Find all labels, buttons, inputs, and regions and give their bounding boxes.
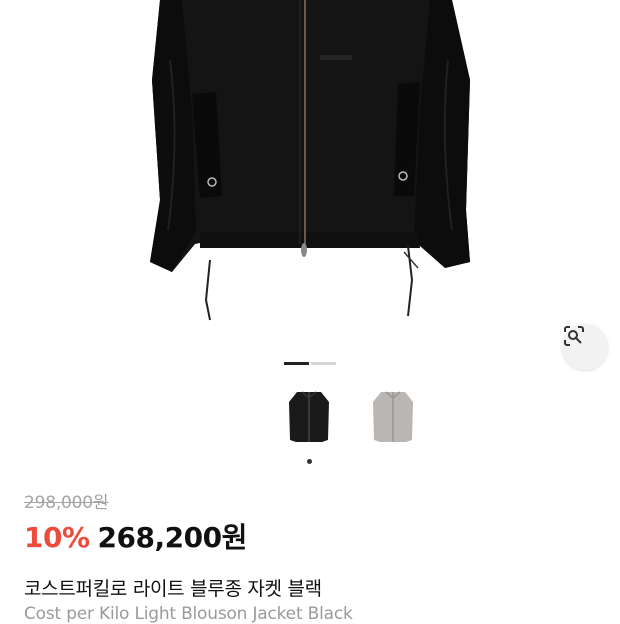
pager-indicator[interactable] [311, 362, 336, 365]
product-name-english: Cost per Kilo Light Blouson Jacket Black [24, 604, 353, 624]
price-row: 10% 268,200원 [24, 516, 247, 556]
sale-price: 268,200원 [97, 521, 248, 554]
original-price: 298,000원 [24, 493, 109, 513]
black-jacket-thumbnail-image [289, 391, 329, 442]
pager-indicator-active[interactable] [284, 362, 309, 365]
discount-rate: 10% [24, 521, 90, 554]
product-name-korean: 코스트퍼킬로 라이트 블루종 자켓 블랙 [24, 578, 322, 600]
jacket-photo [150, 0, 470, 321]
image-pager [284, 362, 336, 365]
lens-search-icon [564, 326, 584, 346]
lens-search-button[interactable] [562, 324, 608, 370]
color-option-black-thumbnail[interactable] [280, 384, 338, 450]
product-main-image[interactable] [0, 0, 620, 372]
selected-thumbnail-dot [307, 459, 312, 464]
grey-jacket-thumbnail-image [373, 391, 413, 442]
color-option-grey-thumbnail[interactable] [364, 384, 422, 450]
color-thumbnail-list [280, 384, 422, 450]
